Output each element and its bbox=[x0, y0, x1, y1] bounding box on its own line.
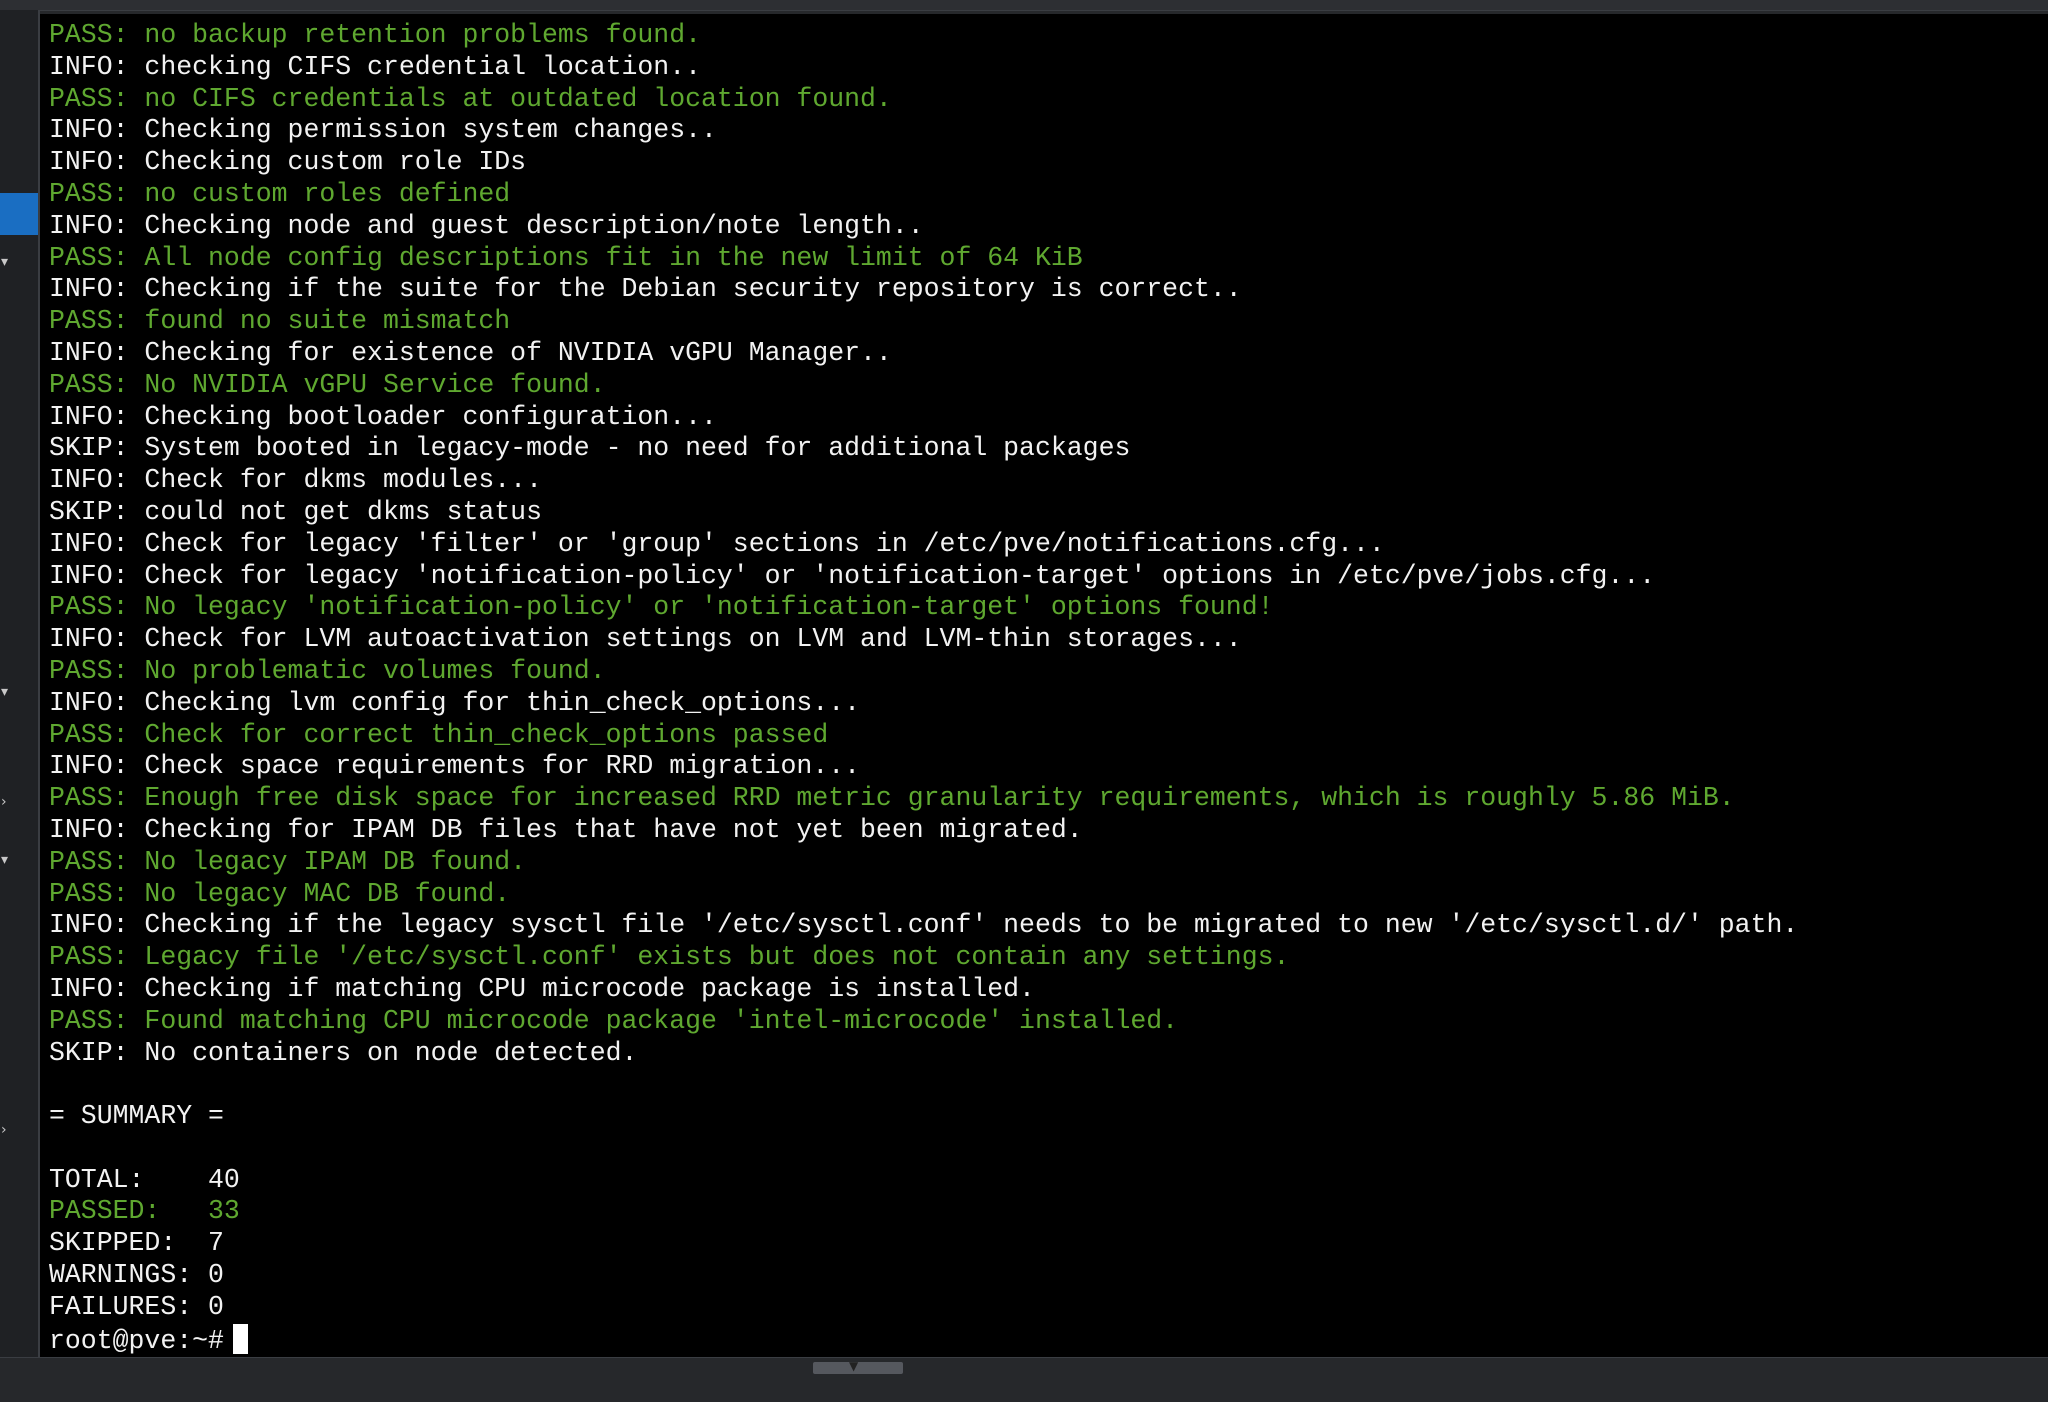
terminal-line-info: INFO: Check for legacy 'notification-pol… bbox=[49, 560, 1656, 591]
terminal-lines: PASS: no backup retention problems found… bbox=[49, 20, 1799, 1356]
terminal-line-info: INFO: Checking for existence of NVIDIA v… bbox=[49, 337, 892, 368]
shell-prompt: root@pve:~# bbox=[49, 1325, 224, 1356]
terminal-line-info: INFO: Checking permission system changes… bbox=[49, 115, 717, 146]
terminal-line-pass: PASS: found no suite mismatch bbox=[49, 306, 511, 337]
terminal-line-pass: PASS: No legacy MAC DB found. bbox=[49, 878, 511, 909]
terminal-line-pass: PASS: Check for correct thin_check_optio… bbox=[49, 719, 829, 750]
terminal-line-info: INFO: Checking if the legacy sysctl file… bbox=[49, 910, 1799, 941]
terminal-line-pass: PASS: Found matching CPU microcode packa… bbox=[49, 1005, 1179, 1036]
cursor-block bbox=[232, 1323, 248, 1354]
resource-tree-sidebar[interactable]: ▾ ▾ › ▾ › bbox=[0, 10, 40, 1382]
chevron-down-icon[interactable]: ▾ bbox=[1, 255, 8, 269]
terminal-line-pass: PASS: no custom roles defined bbox=[49, 178, 511, 209]
terminal-line-info: INFO: Checking lvm config for thin_check… bbox=[49, 687, 861, 718]
terminal-line-pass: PASS: No problematic volumes found. bbox=[49, 655, 606, 686]
chevron-down-icon[interactable]: ▾ bbox=[1, 853, 8, 867]
terminal-line-info: INFO: Checking if the suite for the Debi… bbox=[49, 274, 1242, 305]
terminal-line-skip: SKIP: could not get dkms status bbox=[49, 496, 542, 527]
shell-prompt-line[interactable]: root@pve:~# bbox=[49, 1323, 1798, 1356]
terminal-line-pass: PASS: No legacy IPAM DB found. bbox=[49, 846, 527, 877]
terminal-line-plain: = SUMMARY = bbox=[49, 1101, 224, 1132]
bottom-panel-bar: ▼ bbox=[0, 1357, 2048, 1402]
terminal-line-pass: PASS: no CIFS credentials at outdated lo… bbox=[49, 83, 892, 114]
terminal-line-plain: FAILURES: 0 bbox=[49, 1291, 224, 1322]
terminal-line-info: INFO: checking CIFS credential location.… bbox=[49, 51, 702, 82]
chevron-down-icon[interactable]: ▾ bbox=[1, 685, 8, 699]
terminal-line-info: INFO: Checking for IPAM DB files that ha… bbox=[49, 814, 1083, 845]
terminal-output[interactable]: PASS: no backup retention problems found… bbox=[40, 14, 2048, 1357]
terminal-line-pass: PASS: no backup retention problems found… bbox=[49, 20, 702, 50]
terminal-line-plain: SKIPPED: 7 bbox=[49, 1228, 224, 1259]
terminal-line-pass: PASS: All node config descriptions fit i… bbox=[49, 242, 1083, 273]
terminal-line-pass: PASS: Enough free disk space for increas… bbox=[49, 783, 1735, 814]
console-window: ▾ ▾ › ▾ › PASS: no backup retention prob… bbox=[0, 0, 2048, 1402]
chevron-down-icon: ▼ bbox=[849, 1359, 859, 1373]
terminal-line-info: INFO: Checking node and guest descriptio… bbox=[49, 210, 924, 241]
terminal-line-skip: SKIP: System booted in legacy-mode - no … bbox=[49, 433, 1131, 464]
blank-line bbox=[49, 1069, 1798, 1101]
terminal-line-info: INFO: Check for dkms modules... bbox=[49, 465, 542, 496]
terminal-line-info: INFO: Check for legacy 'filter' or 'grou… bbox=[49, 528, 1385, 559]
terminal-line-info: INFO: Checking custom role IDs bbox=[49, 147, 527, 178]
sidebar-selected-item[interactable] bbox=[0, 193, 38, 235]
chevron-right-icon[interactable]: › bbox=[1, 1123, 7, 1137]
terminal-line-pass: PASS: Legacy file '/etc/sysctl.conf' exi… bbox=[49, 942, 1290, 973]
terminal-line-info: INFO: Check for LVM autoactivation setti… bbox=[49, 624, 1242, 655]
panel-resize-handle[interactable]: ▼ bbox=[813, 1359, 903, 1374]
terminal-line-skip: SKIP: No containers on node detected. bbox=[49, 1037, 638, 1068]
terminal-line-pass: PASS: No NVIDIA vGPU Service found. bbox=[49, 369, 606, 400]
terminal-line-info: INFO: Checking bootloader configuration.… bbox=[49, 401, 717, 432]
terminal-line-plain: WARNINGS: 0 bbox=[49, 1260, 224, 1291]
terminal-line-info: INFO: Check space requirements for RRD m… bbox=[49, 751, 861, 782]
terminal-line-plain: TOTAL: 40 bbox=[49, 1164, 240, 1195]
top-toolbar-strip bbox=[0, 0, 2048, 11]
chevron-right-icon[interactable]: › bbox=[1, 795, 7, 809]
terminal-line-pass: PASSED: 33 bbox=[49, 1196, 240, 1227]
terminal-line-pass: PASS: No legacy 'notification-policy' or… bbox=[49, 592, 1274, 623]
blank-line bbox=[49, 1133, 1798, 1165]
terminal-line-info: INFO: Checking if matching CPU microcode… bbox=[49, 973, 1035, 1004]
